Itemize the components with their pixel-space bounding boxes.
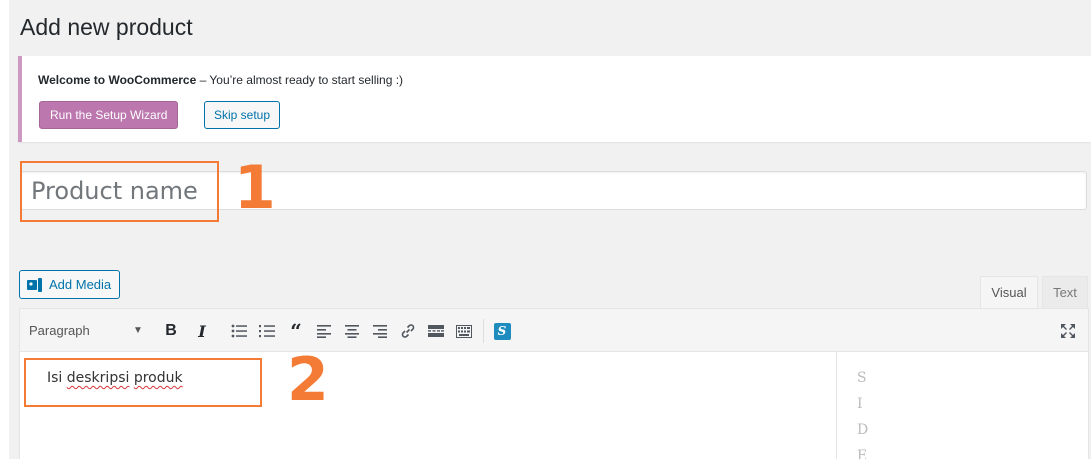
blockquote-icon[interactable]: “ [284, 319, 308, 343]
align-left-icon[interactable] [312, 319, 336, 343]
annotation-number-2: 2 [287, 345, 329, 415]
tab-text[interactable]: Text [1042, 276, 1088, 308]
woocommerce-welcome-notice: Welcome to WooCommerce – You’re almost r… [18, 56, 1091, 142]
insert-link-icon[interactable] [396, 319, 420, 343]
align-center-icon[interactable] [340, 319, 364, 343]
toolbar-separator [483, 319, 484, 343]
page-title: Add new product [20, 14, 193, 40]
italic-icon[interactable]: I [190, 319, 214, 343]
format-select-value: Paragraph [29, 323, 90, 338]
annotation-number-1: 1 [234, 153, 276, 223]
notice-brand: Welcome to WooCommerce [38, 73, 197, 87]
editor-toolbar: Paragraph ▼ B I “ S [19, 308, 1089, 352]
run-setup-wizard-button[interactable]: Run the Setup Wizard [39, 101, 179, 129]
sidebar-letter: E [857, 448, 868, 459]
fullscreen-icon[interactable] [1056, 319, 1080, 343]
add-media-button[interactable]: Add Media [19, 270, 121, 299]
notice-message: – You’re almost ready to start selling :… [196, 73, 404, 87]
bulleted-list-icon[interactable] [227, 319, 251, 343]
numbered-list-icon[interactable] [255, 319, 279, 343]
toolbar-toggle-icon[interactable] [452, 319, 476, 343]
add-media-icon [27, 277, 43, 292]
skip-setup-button[interactable]: Skip setup [204, 101, 281, 129]
editor-sidebar-divider [836, 352, 837, 459]
sidebar-letter: D [857, 422, 869, 438]
admin-menu-edge [0, 0, 9, 459]
tab-visual[interactable]: Visual [980, 276, 1038, 308]
read-more-icon[interactable] [424, 319, 448, 343]
format-select[interactable]: Paragraph ▼ [29, 319, 155, 343]
annotation-box-1 [20, 161, 219, 222]
sidebar-letter: S [857, 370, 867, 386]
plugin-s-icon[interactable]: S [490, 319, 514, 343]
notice-text: Welcome to WooCommerce – You’re almost r… [38, 73, 403, 87]
chevron-down-icon: ▼ [133, 325, 143, 336]
add-media-label: Add Media [49, 277, 112, 292]
align-right-icon[interactable] [368, 319, 392, 343]
bold-icon[interactable]: B [159, 319, 183, 343]
annotation-box-2 [24, 358, 262, 407]
sidebar-letter: I [857, 396, 863, 412]
